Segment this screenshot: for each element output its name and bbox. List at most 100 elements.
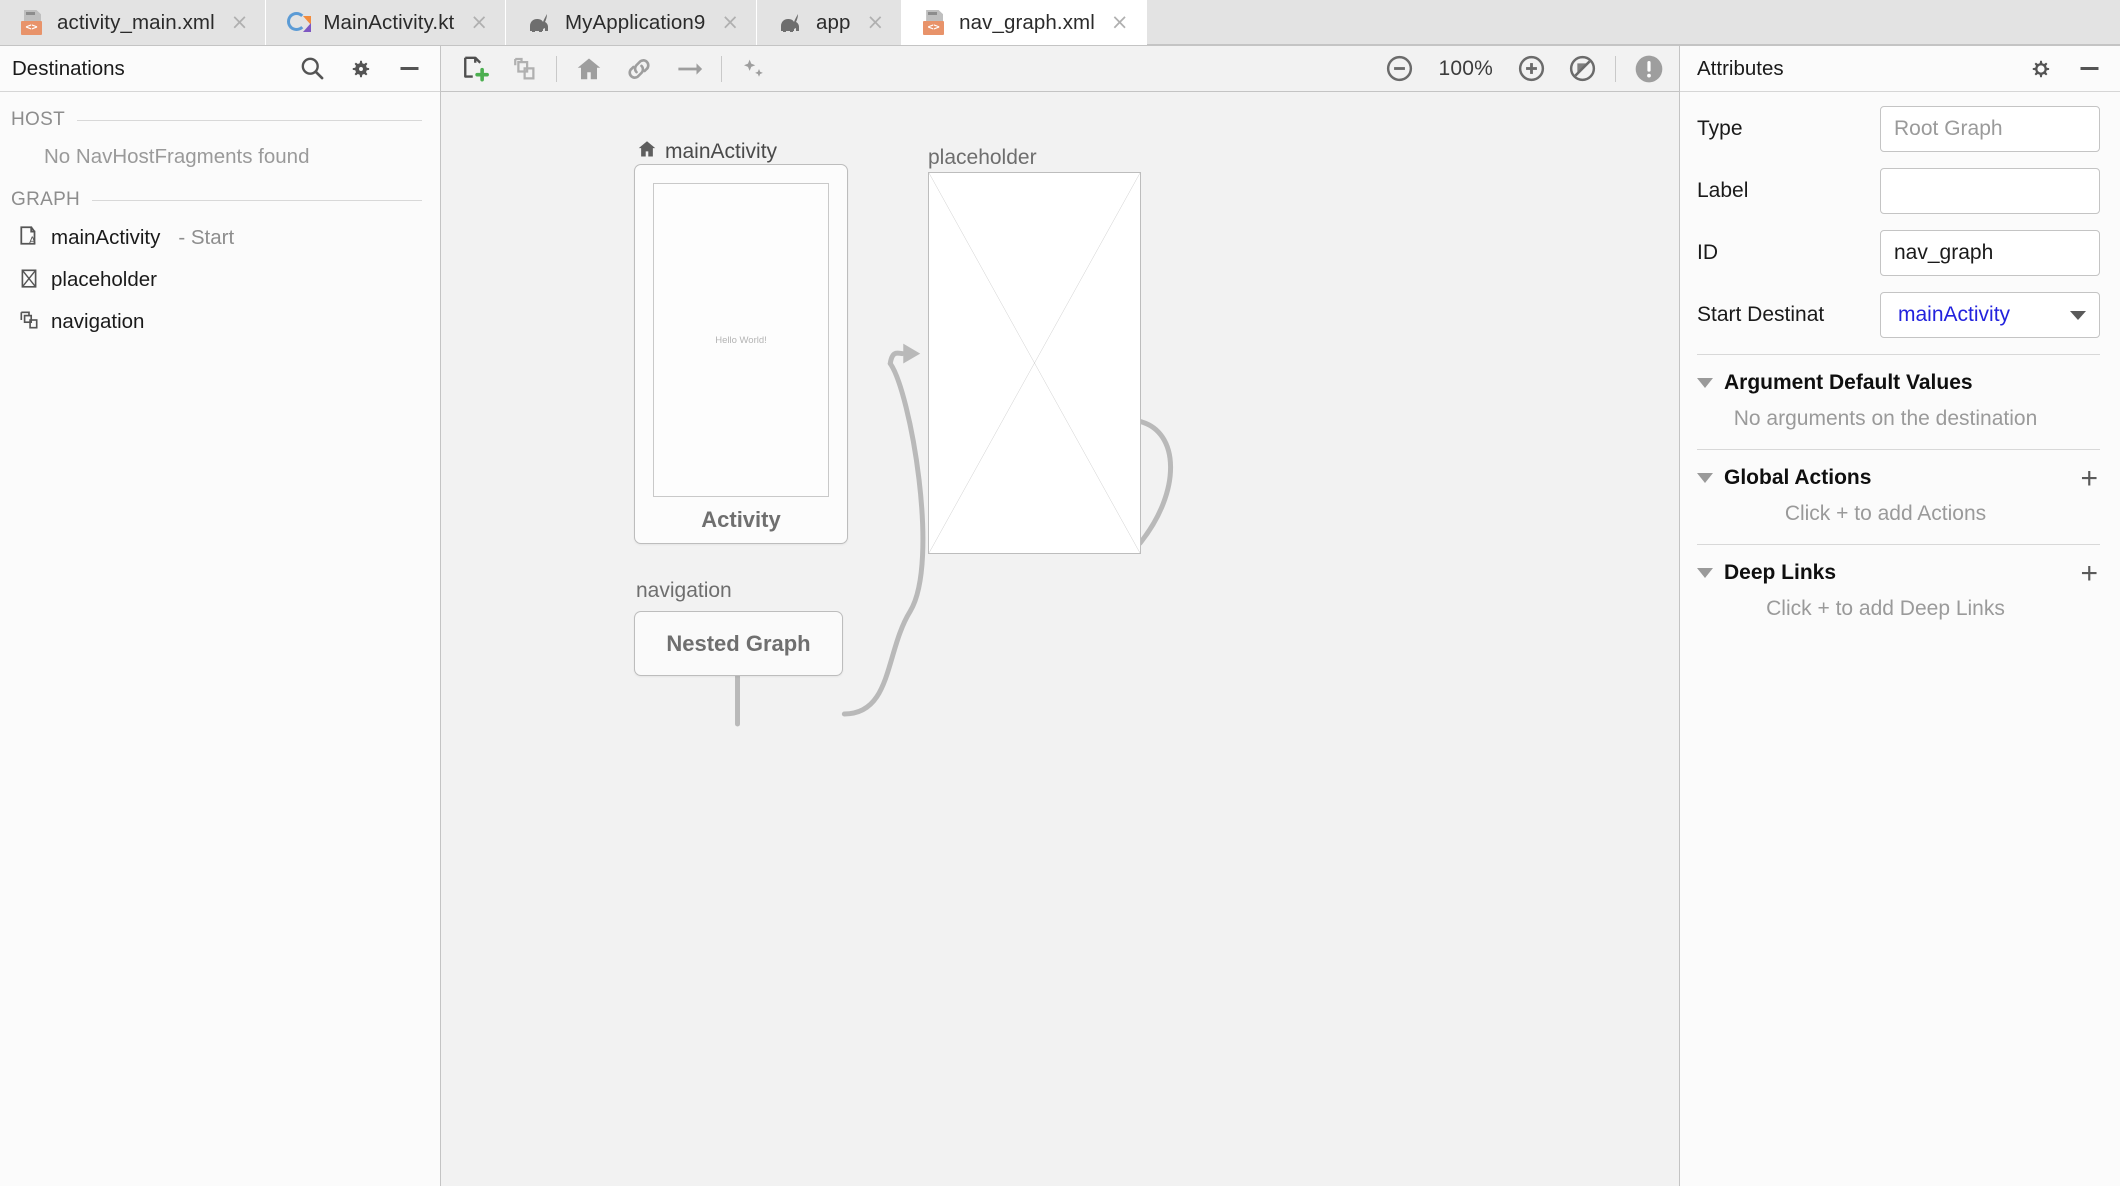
link-icon[interactable]	[624, 54, 654, 84]
attributes-form: Type Root Graph Label ID nav_graph Start…	[1680, 92, 2120, 1186]
attribute-label: Type	[1697, 117, 1743, 140]
close-icon[interactable]: ×	[1111, 12, 1129, 33]
xml-layout-icon: <>	[922, 9, 948, 36]
canvas-node-placeholder[interactable]	[928, 172, 1141, 554]
attribute-label: ID	[1697, 241, 1718, 264]
group-header-deep-links[interactable]: Deep Links +	[1697, 555, 2100, 589]
zoom-level-label: 100%	[1438, 56, 1493, 80]
editor-tab-app[interactable]: app ×	[757, 0, 903, 45]
editor-tab-activity-main-xml[interactable]: <> activity_main.xml ×	[0, 0, 267, 45]
node-title-navigation: navigation	[636, 579, 732, 603]
divider	[1697, 354, 2100, 355]
toolbar-divider	[721, 55, 722, 82]
placeholder-icon	[18, 267, 40, 294]
start-destination-dropdown[interactable]: mainActivity	[1880, 292, 2100, 338]
zoom-fit-icon[interactable]	[1567, 53, 1598, 84]
gear-icon[interactable]	[2028, 56, 2054, 82]
attributes-panel: Attributes Type Root Graph Label ID nav_…	[1679, 46, 2120, 1186]
search-icon[interactable]	[299, 55, 326, 82]
destinations-panel-header: Destinations	[0, 46, 440, 92]
kotlin-icon	[286, 10, 312, 36]
nested-graph-icon[interactable]	[509, 54, 539, 84]
auto-arrange-icon[interactable]	[739, 54, 769, 84]
attribute-label: Label	[1697, 179, 1749, 202]
editor-tab-nav-graph-xml[interactable]: <> nav_graph.xml ×	[902, 0, 1147, 45]
destinations-list: HOST No NavHostFragments found GRAPH A m…	[0, 92, 440, 1186]
editor-tab-mainactivity-kt[interactable]: MainActivity.kt ×	[266, 0, 506, 45]
minimize-icon[interactable]	[396, 55, 423, 82]
zoom-in-icon[interactable]	[1516, 53, 1547, 84]
list-item-label: placeholder	[51, 268, 157, 291]
canvas-node-mainactivity[interactable]: Hello World! Activity	[634, 164, 848, 544]
tab-label: app	[816, 10, 851, 34]
canvas-node-nested-graph[interactable]: Nested Graph	[634, 611, 843, 676]
attribute-row-start-destination: Start Destinat mainActivity	[1697, 292, 2100, 338]
add-deep-link-button[interactable]: +	[2080, 558, 2100, 588]
group-title: Deep Links	[1724, 561, 1837, 584]
close-icon[interactable]: ×	[470, 12, 488, 33]
warning-icon[interactable]	[1633, 53, 1665, 85]
navigation-graph-canvas[interactable]: mainActivity Hello World! Activity place…	[441, 92, 1679, 1186]
activity-preview: Hello World!	[653, 183, 829, 497]
zoom-out-icon[interactable]	[1384, 53, 1415, 84]
arrow-right-icon[interactable]	[674, 54, 704, 84]
editor-tab-bar: <> activity_main.xml × MainActivity.kt ×…	[0, 0, 2120, 46]
divider	[1697, 449, 2100, 450]
attribute-row-type: Type Root Graph	[1697, 106, 2100, 152]
tab-label: MyApplication9	[564, 10, 706, 34]
close-icon[interactable]: ×	[867, 12, 885, 33]
close-icon[interactable]: ×	[231, 12, 249, 33]
editor-tab-myapplication9[interactable]: MyApplication9 ×	[505, 0, 757, 45]
list-item-start-badge: - Start	[178, 226, 235, 249]
editor-main-area: Destinations HOST No NavHostFragments fo…	[0, 46, 2120, 1186]
module-icon	[777, 12, 805, 34]
toolbar-divider	[556, 55, 557, 82]
node-title-label: placeholder	[928, 146, 1037, 169]
divider	[92, 199, 422, 201]
add-global-action-button[interactable]: +	[2080, 463, 2100, 493]
section-header-host: HOST	[0, 103, 440, 137]
attribute-row-label: Label	[1697, 168, 2100, 214]
tab-bar-empty-area	[1146, 0, 2120, 45]
divider	[1697, 544, 2100, 545]
close-icon[interactable]: ×	[721, 12, 739, 33]
group-note: No arguments on the destination	[1733, 407, 2038, 430]
group-note: Click + to add Deep Links	[1766, 597, 2005, 620]
module-icon	[526, 12, 554, 34]
list-item-placeholder[interactable]: placeholder	[0, 259, 440, 301]
toolbar-divider	[1615, 55, 1616, 82]
navigation-editor-window: <> activity_main.xml × MainActivity.kt ×…	[0, 0, 2120, 1186]
list-item-navigation[interactable]: navigation	[0, 301, 440, 343]
group-title: Global Actions	[1724, 466, 1872, 489]
label-field[interactable]	[1880, 168, 2100, 214]
attributes-panel-header: Attributes	[1680, 46, 2120, 92]
id-field[interactable]: nav_graph	[1880, 230, 2100, 276]
node-caption: Activity	[701, 507, 781, 532]
node-title-label: mainActivity	[665, 140, 778, 163]
chevron-down-icon	[1697, 568, 1713, 578]
list-item-mainactivity[interactable]: A mainActivity - Start	[0, 217, 440, 259]
node-title-placeholder: placeholder	[928, 146, 1037, 170]
xml-layout-icon: <>	[20, 9, 46, 36]
node-title-mainactivity: mainActivity	[636, 138, 777, 166]
divider	[76, 119, 422, 121]
minimize-icon[interactable]	[2076, 55, 2103, 82]
panel-title: Destinations	[12, 56, 125, 80]
new-destination-icon[interactable]	[459, 54, 489, 84]
list-item-label: mainActivity	[51, 226, 161, 249]
group-header-global-actions[interactable]: Global Actions +	[1697, 460, 2100, 494]
gear-icon[interactable]	[348, 56, 374, 82]
edge-arrowhead	[903, 343, 921, 364]
group-note: Click + to add Actions	[1784, 502, 1987, 525]
nested-graph-icon	[18, 309, 40, 336]
group-header-argument-default-values[interactable]: Argument Default Values	[1697, 365, 2100, 399]
home-icon[interactable]	[574, 54, 604, 84]
start-destination-value: mainActivity	[1898, 303, 2011, 326]
section-header-graph: GRAPH	[0, 183, 440, 217]
preview-text: Hello World!	[715, 334, 767, 346]
node-caption: Nested Graph	[666, 630, 811, 656]
type-field[interactable]: Root Graph	[1880, 106, 2100, 152]
group-title: Argument Default Values	[1724, 371, 1973, 394]
tab-label: activity_main.xml	[57, 10, 215, 34]
host-empty-note: No NavHostFragments found	[44, 145, 310, 168]
